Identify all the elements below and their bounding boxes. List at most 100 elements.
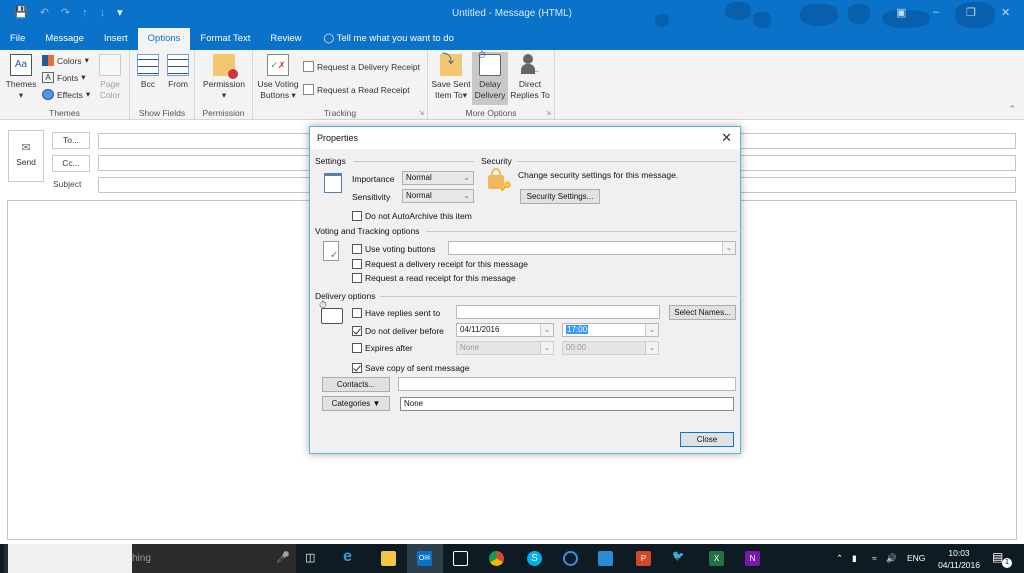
file-explorer-icon[interactable] [381, 551, 396, 566]
minimize-icon[interactable]: – [933, 6, 939, 18]
delivery-receipt-checkbox[interactable]: Request a Delivery Receipt [303, 61, 420, 72]
restore-icon[interactable]: ❐ [966, 6, 976, 19]
select-names-button[interactable]: Select Names... [669, 305, 736, 320]
checkbox-checked[interactable] [352, 326, 362, 336]
onenote-icon[interactable]: N [745, 551, 760, 566]
contacts-input[interactable] [398, 377, 736, 391]
dialog-close-icon[interactable]: ✕ [721, 130, 732, 146]
bcc-button[interactable]: Bcc [136, 54, 160, 90]
permission-button[interactable]: Permission ▾ [199, 54, 249, 101]
fonts-button[interactable]: A Fonts ▾ [42, 72, 86, 83]
checkbox[interactable] [303, 61, 314, 72]
checkbox-checked[interactable] [352, 363, 362, 373]
powerpoint-icon[interactable]: P [636, 551, 651, 566]
save-sent-item-button[interactable]: ⤵ Save Sent Item To▾ [431, 53, 471, 101]
deliver-date-picker[interactable]: 04/11/2016 ⌄ [456, 323, 554, 337]
fonts-icon: A [42, 72, 54, 83]
have-replies-checkbox[interactable]: Have replies sent to [352, 308, 440, 318]
gimp-icon[interactable]: 🐦 [672, 551, 687, 566]
tab-options[interactable]: Options [137, 28, 191, 50]
delivery-receipt-checkbox[interactable]: Request a delivery receipt for this mess… [352, 259, 528, 269]
app-blue-icon[interactable] [598, 551, 613, 566]
cortana-app-icon[interactable] [563, 551, 578, 566]
deliver-time-picker[interactable]: 17:00 ⌄ [562, 323, 659, 337]
tab-file[interactable]: File [0, 28, 35, 50]
tab-message[interactable]: Message [35, 28, 94, 50]
search-placeholder: hing [132, 553, 151, 564]
use-voting-buttons-button[interactable]: ✓✗ Use Voting Buttons ▾ [255, 54, 301, 101]
clock[interactable]: 10:03 04/11/2016 [938, 547, 980, 571]
colors-button[interactable]: Colors ▾ [42, 55, 89, 66]
search-box[interactable] [8, 544, 132, 573]
categories-value: None [400, 397, 734, 411]
volume-icon[interactable]: 🔊 [886, 553, 897, 564]
send-button[interactable]: ✉ Send [8, 130, 44, 182]
show-hidden-icons[interactable]: ⌃ [836, 553, 843, 564]
importance-select[interactable]: Normal ⌄ [402, 171, 474, 185]
close-window-icon[interactable]: ✕ [1001, 6, 1010, 19]
read-receipt-label: Request a read receipt for this message [365, 273, 516, 283]
from-label: From [168, 79, 188, 89]
from-button[interactable]: From [166, 54, 190, 90]
battery-icon[interactable]: ▮ [852, 553, 857, 564]
delay-delivery-button[interactable]: ⏱ Delay Delivery [472, 50, 508, 105]
checkbox[interactable] [303, 84, 314, 95]
do-not-deliver-checkbox[interactable]: Do not deliver before [352, 326, 444, 336]
delay-label: Delay [479, 79, 501, 89]
microphone-icon[interactable]: 🎤 [276, 551, 290, 564]
no-autoarchive-checkbox[interactable]: Do not AutoArchive this item [352, 211, 472, 221]
tell-me-search[interactable]: ◯ Tell me what you want to do [312, 28, 454, 50]
voting-icon: ✓✗ [267, 54, 289, 76]
checkbox[interactable] [352, 259, 362, 269]
checkbox[interactable] [352, 211, 362, 221]
task-view-icon[interactable]: ◫ [305, 551, 315, 564]
skype-icon[interactable]: S [527, 551, 542, 566]
permission-icon [213, 54, 238, 79]
tab-review[interactable]: Review [260, 28, 311, 50]
effects-button[interactable]: Effects ▾ [42, 89, 90, 100]
checkbox[interactable] [352, 308, 362, 318]
notification-badge: 1 [1002, 558, 1012, 568]
lock-icon: 🔑 [488, 168, 511, 191]
excel-icon[interactable]: X [709, 551, 724, 566]
taskbar-search[interactable]: hing 🎤 [4, 544, 296, 573]
tab-insert[interactable]: Insert [94, 28, 138, 50]
tab-format-text[interactable]: Format Text [190, 28, 260, 50]
security-settings-button[interactable]: Security Settings... [520, 189, 600, 204]
expires-time-value: 00:00 [566, 343, 587, 352]
language-indicator[interactable]: ENG [907, 553, 925, 563]
checkbox[interactable] [352, 244, 362, 254]
save-copy-checkbox[interactable]: Save copy of sent message [352, 363, 469, 373]
voting-options-select[interactable]: ⌄ [448, 241, 736, 255]
direct-replies-button[interactable]: ← Direct Replies To [510, 54, 550, 101]
categories-button[interactable]: Categories ▼ [322, 396, 390, 411]
store-icon[interactable] [453, 551, 468, 566]
contacts-button[interactable]: Contacts... [322, 377, 390, 392]
page-color-icon [99, 54, 121, 76]
ribbon-display-options-icon[interactable]: ▣ [896, 6, 906, 19]
chrome-icon[interactable] [489, 551, 504, 566]
title-bar: 💾 ↶ ↷ ↑ ↓ ▾ Untitled - Message (HTML) ▣ … [0, 0, 1024, 28]
sensitivity-select[interactable]: Normal ⌄ [402, 189, 474, 203]
chevron-down-icon: ⌄ [463, 173, 470, 182]
expires-after-checkbox[interactable]: Expires after [352, 343, 413, 353]
themes-button[interactable]: Aa Themes ▾ [4, 54, 38, 101]
page-color-button[interactable]: Page Color [94, 54, 126, 101]
close-button[interactable]: Close [680, 432, 734, 447]
read-receipt-checkbox[interactable]: Request a Read Receipt [303, 84, 410, 95]
clock-time: 10:03 [948, 548, 970, 558]
dialog-header: Properties ✕ [310, 127, 740, 149]
replies-to-input[interactable] [456, 305, 660, 319]
read-receipt-checkbox[interactable]: Request a read receipt for this message [352, 273, 516, 283]
use-voting-checkbox[interactable]: Use voting buttons [352, 244, 435, 254]
collapse-ribbon-icon[interactable]: ⌃ [1008, 104, 1016, 115]
cc-button[interactable]: Cc... [52, 155, 90, 172]
wifi-icon[interactable]: ≈ [872, 553, 877, 563]
checkbox[interactable] [352, 273, 362, 283]
checkbox[interactable] [352, 343, 362, 353]
outlook-icon[interactable]: O✉ [417, 551, 432, 566]
dialog-launcher-icon[interactable]: ⇲ [419, 110, 424, 117]
edge-icon[interactable]: e [343, 548, 358, 565]
dialog-launcher-icon[interactable]: ⇲ [546, 110, 551, 117]
to-button[interactable]: To... [52, 132, 90, 149]
